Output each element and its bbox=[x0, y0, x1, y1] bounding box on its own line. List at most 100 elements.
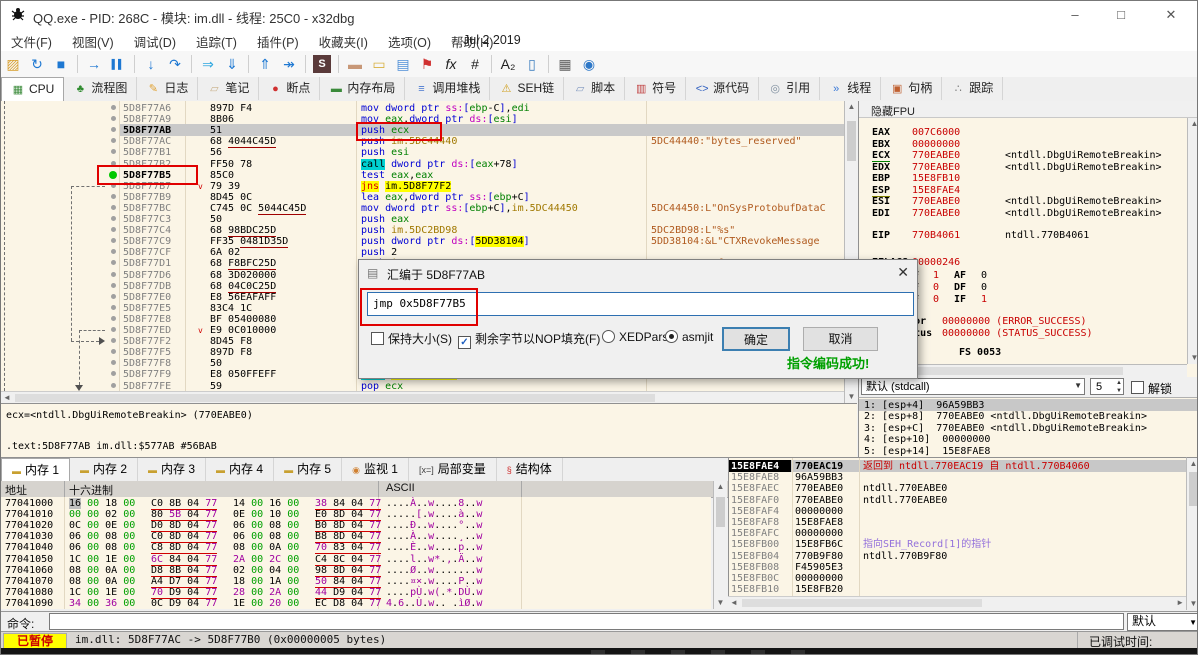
run-icon[interactable]: → bbox=[83, 53, 105, 75]
flag-value[interactable]: 0 bbox=[933, 294, 939, 305]
dump-address[interactable]: 77041050 bbox=[5, 554, 53, 565]
disasm-address[interactable]: 5D8F77B9 bbox=[123, 192, 171, 203]
command-scope-select[interactable]: 默认 ▼ bbox=[1127, 613, 1197, 631]
instruction-dot[interactable] bbox=[111, 204, 116, 210]
disasm-address[interactable]: 5D8F77ED bbox=[123, 325, 171, 336]
dump-address[interactable]: 77041010 bbox=[5, 509, 53, 520]
flag-value[interactable]: 0 bbox=[981, 282, 987, 293]
register-value[interactable]: 770EABE0 bbox=[912, 150, 960, 161]
argument-row[interactable]: 4: [esp+10] 00000000 bbox=[864, 434, 990, 445]
disasm-address[interactable]: 5D8F77CF bbox=[123, 247, 171, 258]
hide-fpu-toggle[interactable]: 隐藏FPU bbox=[859, 101, 1197, 118]
col-ascii[interactable]: ASCII bbox=[386, 482, 415, 494]
bookmark-icon[interactable]: ⚑ bbox=[416, 53, 438, 75]
disasm-address[interactable]: 5D8F77F5 bbox=[123, 347, 171, 358]
tab-线程[interactable]: » 线程 bbox=[820, 77, 882, 100]
disasm-address[interactable]: 5D8F77FE bbox=[123, 381, 171, 392]
disasm-address[interactable]: 5D8F77E0 bbox=[123, 292, 171, 303]
disasm-address[interactable]: 5D8F77E5 bbox=[123, 303, 171, 314]
pause-icon[interactable]: ▌▌ bbox=[107, 53, 129, 75]
argument-row[interactable]: 5: [esp+14] 15E8FAE8 bbox=[864, 446, 990, 457]
comment-icon[interactable]: ▭ bbox=[368, 53, 390, 75]
flag-value[interactable]: 0 bbox=[981, 270, 987, 281]
dump-ascii[interactable]: ....À..w....¸..w bbox=[386, 531, 482, 542]
disasm-instruction[interactable]: mov dword ptr ss:[ebp+C],im.5DC44450 bbox=[361, 203, 578, 214]
tab-CPU[interactable]: ▦ CPU bbox=[1, 77, 65, 102]
dump-ascii[interactable]: ....Ð..w....°..w bbox=[386, 520, 482, 531]
scylla-icon[interactable]: S bbox=[313, 55, 331, 73]
dump-hex-group[interactable]: 34 00 36 00 bbox=[69, 598, 135, 609]
register-name[interactable]: ESI bbox=[872, 196, 890, 207]
flag-value[interactable]: 0 bbox=[933, 282, 939, 293]
instruction-dot[interactable] bbox=[111, 238, 116, 244]
instruction-dot[interactable] bbox=[111, 382, 116, 388]
register-name[interactable]: EDI bbox=[872, 208, 890, 219]
asmjit-radio[interactable]: asmjit bbox=[665, 330, 713, 344]
dump-address[interactable]: 77041070 bbox=[5, 576, 53, 587]
stack-value[interactable]: 770B9F80 bbox=[795, 551, 843, 562]
stack-value[interactable]: 15E8FB20 bbox=[795, 584, 843, 595]
disasm-instruction[interactable]: lea eax,dword ptr ss:[ebp+C] bbox=[361, 192, 530, 203]
disasm-bytes[interactable]: 83C4 1C bbox=[210, 303, 252, 314]
disasm-address[interactable]: 5D8F77AC bbox=[123, 136, 171, 147]
register-value[interactable]: 15E8FAE4 bbox=[912, 185, 960, 196]
convention-select[interactable]: 默认 (stdcall) ▼ bbox=[861, 378, 1085, 395]
dump-ascii[interactable]: .....[.w....à..w bbox=[386, 509, 482, 520]
dump-hex-group[interactable]: 16 00 18 00 bbox=[69, 498, 135, 509]
stack-address[interactable]: 15E8FAFC bbox=[731, 528, 779, 539]
disasm-bytes[interactable]: 50 bbox=[210, 214, 222, 225]
font-icon[interactable]: A₂ bbox=[497, 53, 519, 75]
tab-符号[interactable]: ▥ 符号 bbox=[625, 77, 687, 100]
instruction-dot[interactable] bbox=[111, 116, 116, 122]
dump-ascii[interactable]: ....À..w....8..w bbox=[386, 498, 482, 509]
disasm-address[interactable]: 5D8F77C3 bbox=[123, 214, 171, 225]
argument-row[interactable]: 1: [esp+4] 96A59BB3 bbox=[864, 400, 984, 411]
disasm-address[interactable]: 5D8F77DB bbox=[123, 281, 171, 292]
calculator-icon[interactable]: ▦ bbox=[554, 53, 576, 75]
dump-hex-group[interactable]: EC D8 04 77 bbox=[315, 598, 382, 609]
step-into-icon[interactable]: ↓ bbox=[140, 53, 162, 75]
disasm-address[interactable]: 5D8F77B1 bbox=[123, 147, 171, 158]
disasm-bytes[interactable]: 897D F4 bbox=[210, 103, 252, 114]
dump-address[interactable]: 77041000 bbox=[5, 498, 53, 509]
stack-address[interactable]: 15E8FB00 bbox=[731, 539, 779, 550]
dump-hex-group[interactable]: 2A 00 2C 00 bbox=[233, 554, 299, 565]
ok-button[interactable]: 确定 bbox=[722, 327, 790, 351]
instruction-dot[interactable] bbox=[111, 127, 116, 133]
minimize-button[interactable]: – bbox=[1057, 1, 1093, 29]
disasm-instruction[interactable]: push esi bbox=[361, 147, 409, 158]
stack-value[interactable]: 770EABE0 bbox=[795, 495, 843, 506]
tab-笔记[interactable]: ▱ 笔记 bbox=[198, 77, 260, 100]
scroll-down-icon[interactable]: ▼ bbox=[845, 391, 858, 403]
flag-name[interactable]: AF bbox=[954, 270, 966, 281]
disasm-instruction[interactable]: call dword ptr ds:[eax+78] bbox=[361, 158, 518, 170]
registers-vscrollbar[interactable]: ▲ ▼ bbox=[1187, 118, 1197, 364]
animate-into-icon[interactable]: ⇒ bbox=[197, 53, 219, 75]
instruction-dot[interactable] bbox=[111, 338, 116, 344]
disasm-bytes[interactable]: FF50 78 bbox=[210, 159, 252, 170]
disasm-address[interactable]: 5D8F77D6 bbox=[123, 270, 171, 281]
disasm-instruction[interactable]: test eax,eax bbox=[361, 170, 433, 181]
disasm-bytes[interactable]: 8D45 F8 bbox=[210, 336, 252, 347]
modules-icon[interactable]: ▯ bbox=[521, 53, 543, 75]
arguments-pane[interactable]: 1: [esp+4] 96A59BB3 2: [esp+8] 770EABE0 <… bbox=[858, 397, 1197, 458]
disasm-bytes[interactable]: 68 98BDC25D bbox=[210, 225, 277, 238]
dump-hex-group[interactable]: 06 00 08 00 bbox=[233, 520, 299, 531]
dump-ascii[interactable]: ....Ø..w.......w bbox=[386, 565, 482, 576]
disasm-bytes[interactable]: 68 3D020000 bbox=[210, 270, 276, 281]
disasm-bytes[interactable]: 59 bbox=[210, 381, 222, 392]
disasm-address[interactable]: 5D8F77F9 bbox=[123, 369, 171, 380]
disasm-instruction[interactable]: push dword ptr ds:[5DD38104] bbox=[361, 236, 530, 248]
argument-row[interactable]: 2: [esp+8] 770EABE0 <ntdll.DbgUiRemoteBr… bbox=[864, 411, 1147, 422]
dump-hex-group[interactable]: 0C 00 0E 00 bbox=[69, 520, 135, 531]
disasm-address[interactable]: 5D8F77E8 bbox=[123, 314, 171, 325]
tab-内存 2[interactable]: ▬ 内存 2 bbox=[70, 458, 139, 481]
dump-hex-group[interactable]: 14 00 16 00 bbox=[233, 498, 299, 509]
command-input[interactable] bbox=[49, 613, 1124, 630]
instruction-dot[interactable] bbox=[111, 293, 116, 299]
stack-address[interactable]: 15E8FAF4 bbox=[731, 506, 779, 517]
restart-icon[interactable]: ↻ bbox=[26, 53, 48, 75]
dump-hex-group[interactable]: 06 00 08 00 bbox=[69, 542, 135, 553]
tab-脚本[interactable]: ▱ 脚本 bbox=[564, 77, 626, 100]
stack-value[interactable]: 15E8FAE8 bbox=[795, 517, 843, 528]
